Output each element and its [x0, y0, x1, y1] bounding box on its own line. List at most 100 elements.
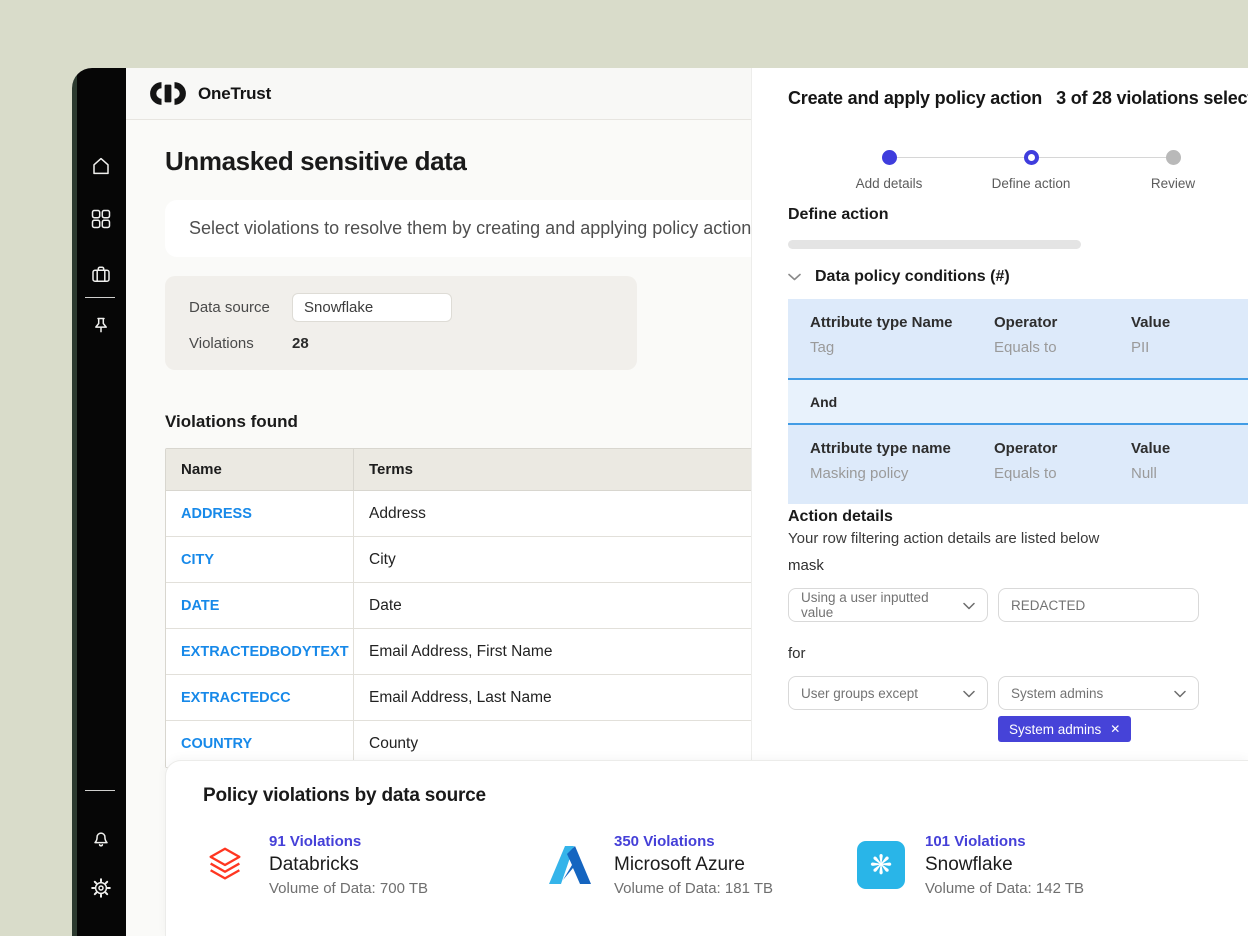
- source-violations: 101 Violations: [925, 833, 1084, 850]
- snowflake-icon: ❋: [857, 841, 905, 889]
- sidebar-item-workspace[interactable]: [89, 264, 113, 288]
- chevron-down-icon: [788, 268, 801, 286]
- azure-icon: [546, 841, 594, 889]
- data-source-input[interactable]: [292, 293, 452, 322]
- mask-label: mask: [788, 557, 824, 574]
- sidebar-item-settings[interactable]: [89, 878, 113, 902]
- source-item-databricks[interactable]: 91 Violations Databricks Volume of Data:…: [201, 833, 428, 897]
- sidebar-item-pinned[interactable]: [89, 316, 113, 340]
- panel-selection-count: 3 of 28 violations selected: [1056, 88, 1248, 109]
- group-value-select[interactable]: System admins: [998, 676, 1199, 710]
- table-row: ADDRESS Address: [166, 491, 776, 537]
- condition-operator-label: Operator: [994, 314, 1131, 331]
- table-row: DATE Date: [166, 583, 776, 629]
- panel-section-title: Define action: [788, 206, 888, 224]
- sidebar-item-home[interactable]: [89, 156, 113, 180]
- app-header: OneTrust: [126, 68, 751, 120]
- violation-terms: Address: [369, 505, 426, 523]
- conditions-toggle[interactable]: Data policy conditions (#): [788, 268, 1010, 286]
- conditions-toggle-label: Data policy conditions (#): [815, 268, 1010, 286]
- source-item-snowflake[interactable]: ❋ 101 Violations Snowflake Volume of Dat…: [857, 833, 1084, 897]
- violations-count: 28: [292, 335, 309, 352]
- chevron-down-icon: [1174, 686, 1186, 701]
- step-label-define-action: Define action: [971, 176, 1091, 191]
- pin-icon: [89, 314, 113, 343]
- condition-attr-value: Masking policy: [810, 465, 994, 482]
- apps-grid-icon: [89, 207, 113, 236]
- condition-attr-label: Attribute type Name: [810, 314, 994, 331]
- progress-bar: [788, 240, 1081, 249]
- sidebar-item-apps[interactable]: [89, 209, 113, 233]
- source-name: Databricks: [269, 854, 428, 876]
- column-header-name: Name: [181, 461, 222, 478]
- action-details-title: Action details: [788, 508, 893, 526]
- violation-terms: City: [369, 551, 396, 569]
- condition-block: Attribute type name Masking policy Opera…: [788, 425, 1248, 504]
- violations-table-title: Violations found: [165, 412, 298, 432]
- violation-name-link[interactable]: DATE: [181, 598, 219, 614]
- table-row: EXTRACTEDCC Email Address, Last Name: [166, 675, 776, 721]
- chevron-down-icon: [963, 598, 975, 613]
- condition-attr-value: Tag: [810, 339, 994, 356]
- condition-value-label: Value: [1131, 440, 1170, 457]
- gear-icon: [89, 876, 113, 905]
- table-row: EXTRACTEDBODYTEXT Email Address, First N…: [166, 629, 776, 675]
- table-header-row: Name Terms: [166, 449, 776, 491]
- conditions-group: Attribute type Name Tag Operator Equals …: [788, 299, 1248, 504]
- step-dot-review[interactable]: [1166, 150, 1181, 165]
- violations-label: Violations: [189, 335, 292, 352]
- chevron-down-icon: [963, 686, 975, 701]
- group-method-select[interactable]: User groups except: [788, 676, 988, 710]
- condition-attr-label: Attribute type name: [810, 440, 994, 457]
- panel-title: Create and apply policy action: [788, 88, 1042, 109]
- violations-table: Name Terms ADDRESS Address CITY City DAT…: [165, 448, 777, 768]
- violation-name-link[interactable]: CITY: [181, 552, 214, 568]
- source-violations: 91 Violations: [269, 833, 428, 850]
- brand-name: OneTrust: [198, 84, 271, 104]
- databricks-icon: [201, 841, 249, 889]
- source-item-azure[interactable]: 350 Violations Microsoft Azure Volume of…: [546, 833, 773, 897]
- for-label: for: [788, 645, 806, 662]
- source-name: Microsoft Azure: [614, 854, 773, 876]
- source-volume: Volume of Data: 181 TB: [614, 880, 773, 897]
- selected-group-chip[interactable]: System admins ✕: [998, 716, 1131, 742]
- condition-operator-value: Equals to: [994, 339, 1131, 356]
- condition-connector: And: [788, 378, 1248, 425]
- sidebar-item-notifications[interactable]: [89, 828, 113, 852]
- source-violations: 350 Violations: [614, 833, 773, 850]
- policy-violations-card: Policy violations by data source 91 Viol…: [165, 760, 1248, 936]
- step-dot-define-action[interactable]: [1024, 150, 1039, 165]
- home-icon: [89, 154, 113, 183]
- source-volume: Volume of Data: 142 TB: [925, 880, 1084, 897]
- step-label-add-details: Add details: [829, 176, 949, 191]
- summary-card: Data source Violations 28: [165, 276, 637, 370]
- group-method-value: User groups except: [801, 686, 918, 701]
- condition-value-value: Null: [1131, 465, 1170, 482]
- chip-label: System admins: [1009, 722, 1101, 737]
- violation-name-link[interactable]: EXTRACTEDBODYTEXT: [181, 644, 349, 660]
- bell-icon: [89, 826, 113, 855]
- step-label-review: Review: [1113, 176, 1233, 191]
- condition-value-label: Value: [1131, 314, 1170, 331]
- onetrust-logo-icon: [148, 82, 188, 105]
- violation-terms: Email Address, First Name: [369, 643, 552, 661]
- violation-name-link[interactable]: COUNTRY: [181, 736, 252, 752]
- violation-name-link[interactable]: ADDRESS: [181, 506, 252, 522]
- condition-block: Attribute type Name Tag Operator Equals …: [788, 299, 1248, 378]
- mask-method-select[interactable]: Using a user inputted value: [788, 588, 988, 622]
- briefcase-icon: [89, 262, 113, 291]
- mask-value-field[interactable]: [998, 588, 1199, 622]
- page-title: Unmasked sensitive data: [165, 146, 467, 177]
- sidebar-divider-bottom: [85, 790, 115, 791]
- sources-card-title: Policy violations by data source: [203, 785, 486, 807]
- action-details-description: Your row filtering action details are li…: [788, 530, 1099, 547]
- violation-name-link[interactable]: EXTRACTEDCC: [181, 690, 291, 706]
- chip-remove-icon[interactable]: ✕: [1110, 723, 1120, 735]
- sidebar-divider: [85, 297, 115, 298]
- instruction-banner: Select violations to resolve them by cre…: [165, 200, 777, 257]
- mask-value-input[interactable]: [1011, 598, 1186, 613]
- condition-operator-value: Equals to: [994, 465, 1131, 482]
- violation-terms: Date: [369, 597, 402, 615]
- step-dot-add-details[interactable]: [882, 150, 897, 165]
- violation-terms: County: [369, 735, 418, 753]
